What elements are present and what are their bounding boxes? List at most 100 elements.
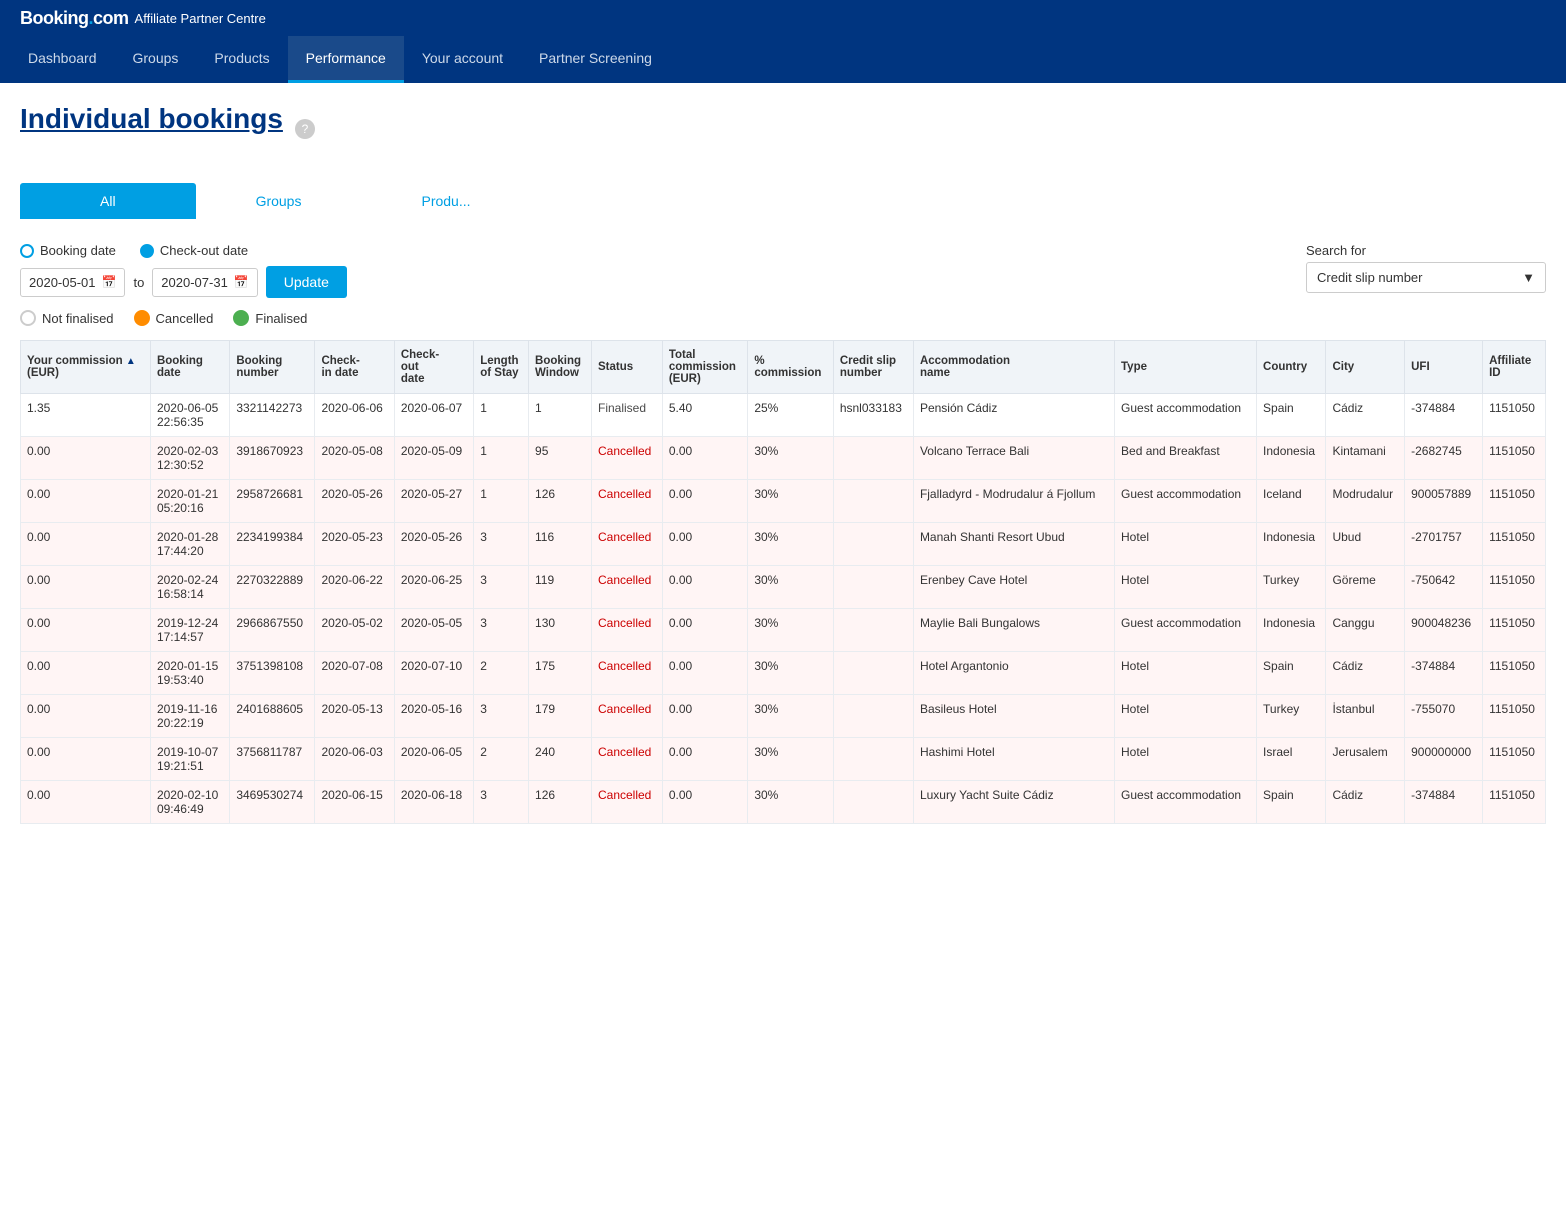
page-content: Individual bookings ? All Groups Produ..… xyxy=(0,83,1566,1227)
cell-checkout: 2020-05-26 xyxy=(394,523,473,566)
cell-commission: 0.00 xyxy=(21,738,151,781)
cell-booking-window: 119 xyxy=(529,566,592,609)
affiliate-centre-label: Affiliate Partner Centre xyxy=(135,11,266,26)
cell-length-stay: 1 xyxy=(474,480,529,523)
cell-length-stay: 3 xyxy=(474,566,529,609)
nav-item-your-account[interactable]: Your account xyxy=(404,36,521,83)
cell-affiliate-id: 1151050 xyxy=(1483,480,1546,523)
search-select[interactable]: Credit slip number ▼ xyxy=(1306,262,1546,293)
cell-status: Cancelled xyxy=(591,695,662,738)
cell-checkout: 2020-06-05 xyxy=(394,738,473,781)
cell-checkin: 2020-06-15 xyxy=(315,781,394,824)
col-checkout[interactable]: Check-outdate xyxy=(394,341,473,394)
cell-affiliate-id: 1151050 xyxy=(1483,523,1546,566)
cell-country: Spain xyxy=(1257,781,1326,824)
cell-type: Guest accommodation xyxy=(1115,609,1257,652)
nav-item-partner-screening[interactable]: Partner Screening xyxy=(521,36,670,83)
col-commission[interactable]: Your commission ▲(EUR) xyxy=(21,341,151,394)
finalised-filter[interactable]: Finalised xyxy=(233,310,307,326)
cell-booking-date: 2020-02-0312:30:52 xyxy=(150,437,229,480)
cell-country: Spain xyxy=(1257,394,1326,437)
table-row: 1.35 2020-06-0522:56:35 3321142273 2020-… xyxy=(21,394,1546,437)
nav-item-dashboard[interactable]: Dashboard xyxy=(10,36,115,83)
cell-booking-number: 3469530274 xyxy=(230,781,315,824)
cell-credit-slip xyxy=(833,738,913,781)
update-button[interactable]: Update xyxy=(266,266,347,298)
col-city[interactable]: City xyxy=(1326,341,1405,394)
cell-credit-slip: hsnl033183 xyxy=(833,394,913,437)
cancelled-radio[interactable] xyxy=(134,310,150,326)
cell-commission: 0.00 xyxy=(21,781,151,824)
cell-checkout: 2020-05-09 xyxy=(394,437,473,480)
table-row: 0.00 2019-10-0719:21:51 3756811787 2020-… xyxy=(21,738,1546,781)
booking-date-radio[interactable] xyxy=(20,244,34,258)
col-booking-date[interactable]: Bookingdate xyxy=(150,341,229,394)
cell-credit-slip xyxy=(833,566,913,609)
cell-accommodation: Hashimi Hotel xyxy=(913,738,1114,781)
not-finalised-label: Not finalised xyxy=(42,311,114,326)
table-row: 0.00 2020-02-2416:58:14 2270322889 2020-… xyxy=(21,566,1546,609)
col-pct-commission[interactable]: %commission xyxy=(748,341,834,394)
tab-products[interactable]: Produ... xyxy=(361,183,530,219)
help-icon[interactable]: ? xyxy=(295,119,315,139)
cell-booking-date: 2019-11-1620:22:19 xyxy=(150,695,229,738)
cell-booking-window: 126 xyxy=(529,781,592,824)
cell-country: Spain xyxy=(1257,652,1326,695)
cell-city: Modrudalur xyxy=(1326,480,1405,523)
cell-commission: 0.00 xyxy=(21,652,151,695)
col-booking-window[interactable]: BookingWindow xyxy=(529,341,592,394)
col-length-stay[interactable]: Lengthof Stay xyxy=(474,341,529,394)
col-checkin[interactable]: Check-in date xyxy=(315,341,394,394)
cell-ufi: 900048236 xyxy=(1405,609,1483,652)
cell-accommodation: Manah Shanti Resort Ubud xyxy=(913,523,1114,566)
cell-type: Bed and Breakfast xyxy=(1115,437,1257,480)
finalised-radio[interactable] xyxy=(233,310,249,326)
cell-length-stay: 1 xyxy=(474,394,529,437)
cell-total-commission: 0.00 xyxy=(662,652,748,695)
nav-item-groups[interactable]: Groups xyxy=(115,36,197,83)
booking-date-radio-label[interactable]: Booking date xyxy=(20,243,116,258)
date-to-separator: to xyxy=(133,275,144,290)
cell-status: Cancelled xyxy=(591,609,662,652)
cell-accommodation: Fjalladyrd - Modrudalur á Fjollum xyxy=(913,480,1114,523)
col-country[interactable]: Country xyxy=(1257,341,1326,394)
checkout-date-radio-label[interactable]: Check-out date xyxy=(140,243,248,258)
cell-booking-number: 3321142273 xyxy=(230,394,315,437)
cell-booking-number: 3756811787 xyxy=(230,738,315,781)
cell-commission: 0.00 xyxy=(21,695,151,738)
tab-all[interactable]: All xyxy=(20,183,196,219)
cell-ufi: -2701757 xyxy=(1405,523,1483,566)
date-from-input[interactable]: 2020-05-01 📅 xyxy=(20,268,125,297)
col-ufi[interactable]: UFI xyxy=(1405,341,1483,394)
cell-booking-number: 2958726681 xyxy=(230,480,315,523)
not-finalised-radio[interactable] xyxy=(20,310,36,326)
cell-credit-slip xyxy=(833,781,913,824)
col-accommodation[interactable]: Accommodationname xyxy=(913,341,1114,394)
col-credit-slip[interactable]: Credit slipnumber xyxy=(833,341,913,394)
cell-checkin: 2020-06-22 xyxy=(315,566,394,609)
cell-booking-date: 2020-06-0522:56:35 xyxy=(150,394,229,437)
col-status[interactable]: Status xyxy=(591,341,662,394)
cell-checkin: 2020-05-26 xyxy=(315,480,394,523)
date-to-input[interactable]: 2020-07-31 📅 xyxy=(152,268,257,297)
col-type[interactable]: Type xyxy=(1115,341,1257,394)
col-booking-number[interactable]: Bookingnumber xyxy=(230,341,315,394)
cell-affiliate-id: 1151050 xyxy=(1483,394,1546,437)
cell-pct-commission: 30% xyxy=(748,695,834,738)
checkout-date-radio[interactable] xyxy=(140,244,154,258)
not-finalised-filter[interactable]: Not finalised xyxy=(20,310,114,326)
cell-booking-number: 2234199384 xyxy=(230,523,315,566)
cell-booking-window: 240 xyxy=(529,738,592,781)
tab-groups[interactable]: Groups xyxy=(196,183,362,219)
cancelled-filter[interactable]: Cancelled xyxy=(134,310,214,326)
col-affiliate-id[interactable]: AffiliateID xyxy=(1483,341,1546,394)
col-total-commission[interactable]: Totalcommission(EUR) xyxy=(662,341,748,394)
cell-city: Cádiz xyxy=(1326,652,1405,695)
nav-item-performance[interactable]: Performance xyxy=(288,36,404,83)
cell-credit-slip xyxy=(833,652,913,695)
nav-item-products[interactable]: Products xyxy=(196,36,287,83)
cell-status: Cancelled xyxy=(591,523,662,566)
booking-logo: Booking.com xyxy=(20,8,129,29)
cell-accommodation: Maylie Bali Bungalows xyxy=(913,609,1114,652)
cell-checkin: 2020-05-13 xyxy=(315,695,394,738)
